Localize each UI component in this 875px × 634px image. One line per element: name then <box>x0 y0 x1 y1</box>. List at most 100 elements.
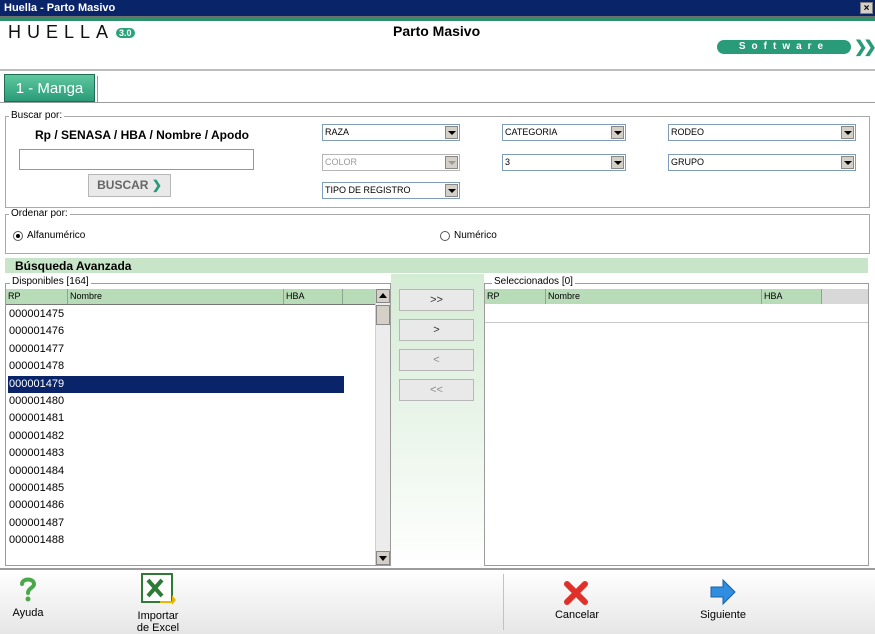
arrow-right-icon <box>710 578 736 606</box>
busqueda-avanzada-bar <box>5 258 868 273</box>
transfer-panel <box>391 274 484 566</box>
chevron-right-icon: ❯ <box>151 178 162 192</box>
disponibles-legend: Disponibles [164] <box>10 276 91 287</box>
table-row[interactable]: 000001484 <box>8 463 368 480</box>
radio-checked-icon <box>13 230 23 241</box>
importar-excel-button[interactable]: Importar de Excel <box>128 573 188 634</box>
cancel-x-icon <box>564 581 588 605</box>
ordenar-legend: Ordenar por: <box>9 208 70 219</box>
close-icon[interactable]: × <box>860 2 873 14</box>
column-header-rp[interactable]: RP <box>6 289 68 304</box>
page-title: Parto Masivo <box>393 23 481 39</box>
radio-unchecked-icon <box>440 230 450 241</box>
scroll-thumb[interactable] <box>376 305 390 325</box>
dropdown-arrow-icon <box>841 126 854 139</box>
column-header-hba[interactable]: HBA <box>284 289 343 304</box>
radio-alfanumerico[interactable]: Alfanumérico <box>13 230 85 241</box>
scroll-down-icon[interactable] <box>376 551 390 565</box>
cancelar-button[interactable]: Cancelar <box>547 578 607 621</box>
table-row[interactable]: 000001482 <box>8 428 368 445</box>
disponibles-grid-header: RP Nombre HBA <box>6 289 375 304</box>
logo-text: HUELLA <box>8 22 115 42</box>
color-select: COLOR <box>322 154 460 171</box>
cancelar-label: Cancelar <box>554 609 600 621</box>
buscar-button-label: BUSCAR <box>97 178 149 192</box>
dropdown-arrow-icon <box>841 156 854 169</box>
window-title: Huella - Parto Masivo <box>4 2 116 14</box>
excel-icon <box>141 573 176 605</box>
column-header-blank <box>343 289 375 304</box>
table-row[interactable]: 000001483 <box>8 445 368 462</box>
radio-alfanumerico-label: Alfanumérico <box>27 230 86 241</box>
header-divider <box>6 304 375 305</box>
buscar-heading: Rp / SENASA / HBA / Nombre / Apodo <box>35 128 250 142</box>
numero-select-value: 3 <box>505 157 511 167</box>
move-right-button[interactable]: > <box>399 319 474 341</box>
column-header-hba[interactable]: HBA <box>762 289 822 304</box>
move-all-left-button: << <box>399 379 474 401</box>
ayuda-label: Ayuda <box>12 607 44 619</box>
logo-version: 3.0 <box>116 28 135 39</box>
seleccionados-grid-header: RP Nombre HBA <box>485 289 868 304</box>
siguiente-button[interactable]: Siguiente <box>693 578 753 621</box>
tab-separator <box>97 76 99 102</box>
table-row[interactable]: 000001479 <box>8 375 344 393</box>
dropdown-arrow-icon <box>445 184 458 197</box>
rodeo-select-value: RODEO <box>671 127 705 137</box>
table-row[interactable]: 000001476 <box>8 323 368 340</box>
dropdown-arrow-icon <box>445 156 458 169</box>
raza-select[interactable]: RAZA <box>322 124 460 141</box>
categoria-select[interactable]: CATEGORIA <box>502 124 626 141</box>
column-header-blank <box>822 289 868 304</box>
column-header-nombre[interactable]: Nombre <box>68 289 284 304</box>
tipo-registro-select[interactable]: TIPO DE REGISTRO <box>322 182 460 199</box>
ordenar-group <box>5 214 870 254</box>
table-row[interactable]: 000001487 <box>8 515 368 532</box>
dropdown-arrow-icon <box>611 156 624 169</box>
buscar-button[interactable]: BUSCAR ❯ <box>88 174 171 197</box>
rodeo-select[interactable]: RODEO <box>668 124 856 141</box>
window-title-bar: Huella - Parto Masivo × <box>0 0 875 17</box>
tipo-registro-select-value: TIPO DE REGISTRO <box>325 185 411 195</box>
search-input[interactable] <box>19 149 254 170</box>
radio-numerico[interactable]: Numérico <box>440 230 497 241</box>
seleccionados-grid: RP Nombre HBA <box>485 289 868 565</box>
dropdown-arrow-icon <box>445 126 458 139</box>
table-row[interactable]: 000001480 <box>8 393 368 410</box>
table-row[interactable]: 000001475 <box>8 306 368 323</box>
scroll-up-icon[interactable] <box>376 289 390 303</box>
raza-select-value: RAZA <box>325 127 350 137</box>
chevron-right-icon: ❯❯ <box>854 39 875 56</box>
tab-manga[interactable]: 1 - Manga <box>4 74 95 102</box>
move-all-right-button[interactable]: >> <box>399 289 474 311</box>
ayuda-button[interactable]: Ayuda <box>5 576 51 619</box>
color-select-value: COLOR <box>325 157 358 167</box>
importar-label-1: Importar <box>137 610 179 622</box>
table-row[interactable]: 000001485 <box>8 480 368 497</box>
table-row[interactable]: 000001478 <box>8 358 368 375</box>
siguiente-label: Siguiente <box>700 609 746 621</box>
table-row[interactable]: 000001481 <box>8 410 368 427</box>
help-icon <box>20 577 37 602</box>
header-accent-line <box>0 17 875 21</box>
disponibles-scrollbar[interactable] <box>375 289 390 565</box>
column-header-rp[interactable]: RP <box>485 289 546 304</box>
tab-strip <box>0 73 875 103</box>
dropdown-arrow-icon <box>611 126 624 139</box>
categoria-select-value: CATEGORIA <box>505 127 558 137</box>
footer-separator <box>503 574 504 630</box>
grupo-select[interactable]: GRUPO <box>668 154 856 171</box>
header-divider <box>0 69 875 71</box>
seleccionados-legend: Seleccionados [0] <box>492 276 575 287</box>
table-row[interactable]: 000001488 <box>8 532 368 549</box>
buscar-legend: Buscar por: <box>9 110 65 121</box>
column-header-nombre[interactable]: Nombre <box>546 289 762 304</box>
busqueda-avanzada-label: Búsqueda Avanzada <box>15 259 132 273</box>
importar-label-2: de Excel <box>136 622 180 634</box>
radio-numerico-label: Numérico <box>454 230 497 241</box>
numero-select[interactable]: 3 <box>502 154 626 171</box>
table-row[interactable]: 000001486 <box>8 497 368 514</box>
disponibles-grid: RP Nombre HBA 000001475 000001476 00000147… <box>6 289 375 565</box>
software-badge: Software <box>717 40 851 54</box>
table-row[interactable]: 000001477 <box>8 341 368 358</box>
